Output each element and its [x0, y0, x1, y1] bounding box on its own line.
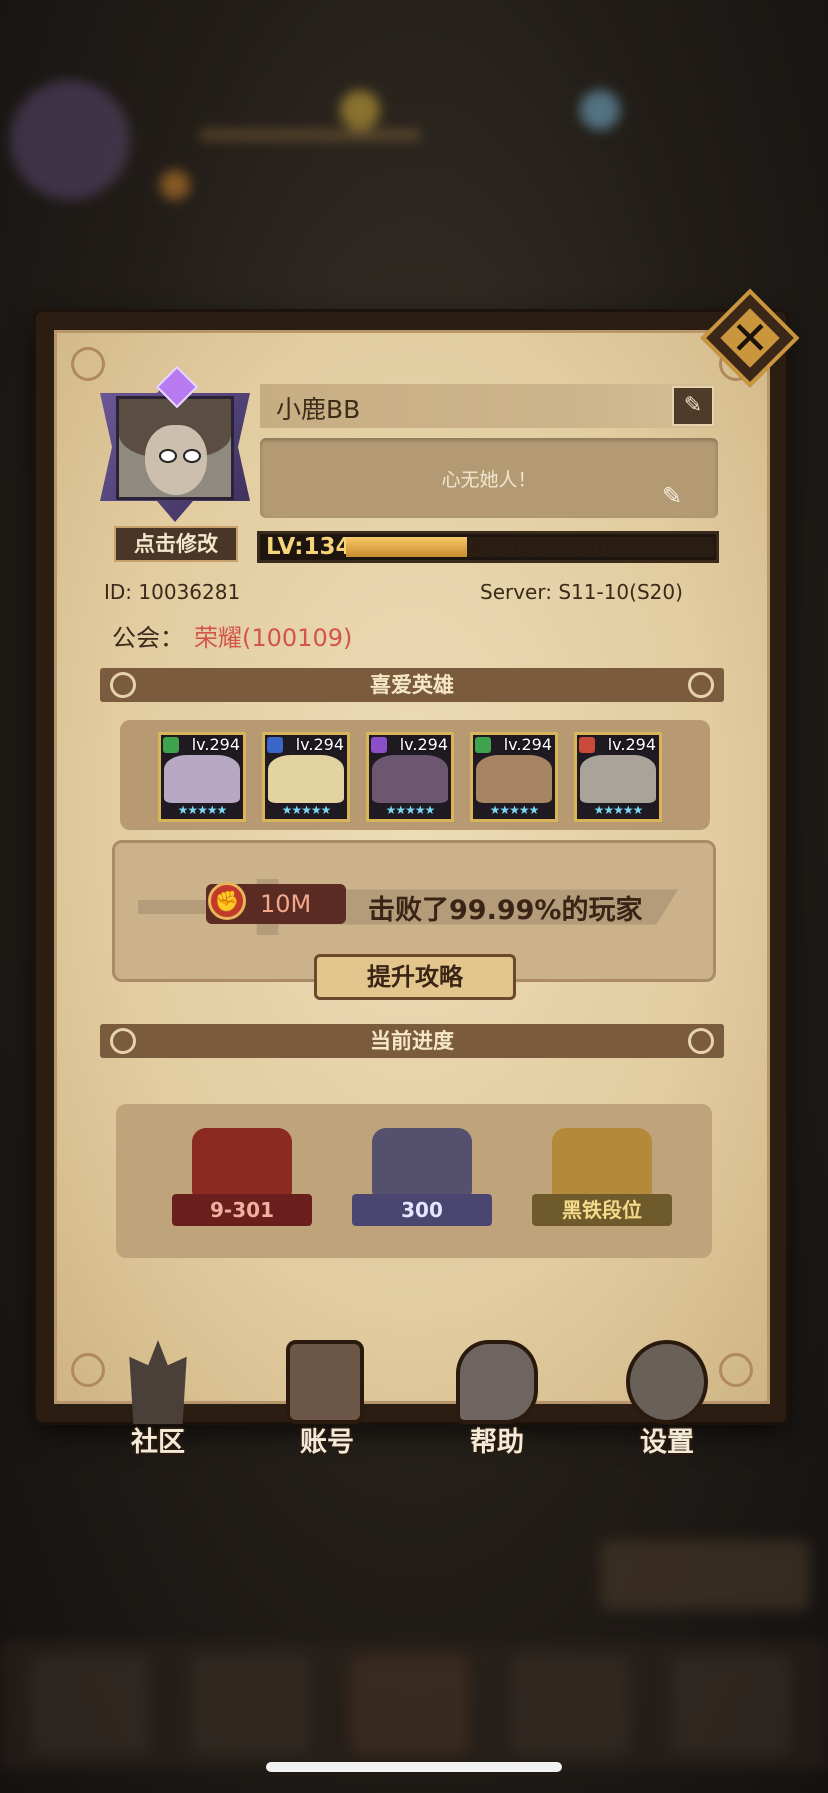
- background-top-bar: [0, 70, 828, 220]
- community-label: 社区: [131, 1427, 185, 1458]
- element-icon: [163, 737, 179, 753]
- tower-icon: [372, 1128, 472, 1204]
- server-value: S11-10(S20): [558, 580, 683, 604]
- progress-header: 当前进度: [100, 1024, 724, 1058]
- arena-rank-icon: [552, 1128, 652, 1204]
- id-label: ID:: [104, 580, 133, 604]
- level-label: LV:134: [266, 534, 352, 560]
- id-value: 10036281: [138, 580, 241, 604]
- guild-label: 公会：: [112, 624, 184, 652]
- element-icon: [267, 737, 283, 753]
- signature-box[interactable]: 心无她人！ ✎: [260, 438, 718, 518]
- chat-bubble-icon: [456, 1340, 538, 1424]
- player-id: ID: 10036281: [104, 580, 240, 604]
- progress-item[interactable]: 9-301: [162, 1128, 322, 1238]
- close-icon: ✕: [730, 311, 770, 365]
- progress-item[interactable]: 300: [342, 1128, 502, 1238]
- account-card-icon: [286, 1340, 364, 1424]
- favorite-heroes-header: 喜爱英雄: [100, 668, 724, 702]
- edit-name-button[interactable]: ✎: [672, 386, 714, 426]
- hero-portrait: [476, 755, 552, 803]
- favorite-hero-card[interactable]: lv.294 ★★★★★: [470, 732, 558, 822]
- hero-portrait: [164, 755, 240, 803]
- help-button[interactable]: 帮助: [442, 1340, 552, 1460]
- favorite-hero-card[interactable]: lv.294 ★★★★★: [574, 732, 662, 822]
- campaign-book-icon: [192, 1128, 292, 1204]
- hero-stars: ★★★★★: [593, 803, 644, 817]
- server-info: Server: S11-10(S20): [480, 580, 683, 604]
- hero-stars: ★★★★★: [385, 803, 436, 817]
- pencil-icon: ✎: [662, 482, 683, 510]
- home-indicator[interactable]: [266, 1762, 562, 1772]
- favorite-hero-card[interactable]: lv.294 ★★★★★: [366, 732, 454, 822]
- pencil-icon: ✎: [683, 393, 703, 418]
- swirl-ornament-icon: [688, 1028, 714, 1054]
- improve-guide-button[interactable]: 提升攻略: [314, 954, 516, 1000]
- progress-title: 当前进度: [370, 1029, 454, 1053]
- help-label: 帮助: [470, 1427, 524, 1458]
- level-bar: LV:134 81302/247110: [257, 531, 719, 563]
- player-name: 小鹿BB: [276, 395, 361, 424]
- hero-stars: ★★★★★: [177, 803, 228, 817]
- power-value: 10M: [260, 890, 312, 918]
- hero-stars: ★★★★★: [489, 803, 540, 817]
- hero-level: lv.294: [399, 735, 448, 754]
- settings-button[interactable]: 设置: [612, 1340, 722, 1460]
- hero-level: lv.294: [503, 735, 552, 754]
- progress-item[interactable]: 黑铁段位: [522, 1128, 682, 1238]
- exp-text: 81302/247110: [470, 536, 610, 558]
- edit-avatar-button[interactable]: 点击修改: [114, 526, 238, 562]
- swirl-ornament-icon: [688, 672, 714, 698]
- hero-portrait: [268, 755, 344, 803]
- server-label: Server:: [480, 580, 552, 604]
- castle-icon: [129, 1340, 187, 1424]
- element-icon: [579, 737, 595, 753]
- favorite-hero-card[interactable]: lv.294 ★★★★★: [262, 732, 350, 822]
- player-name-bar: 小鹿BB: [260, 384, 716, 428]
- background-bottom-nav: [0, 1500, 828, 1790]
- hero-portrait: [372, 755, 448, 803]
- hero-stars: ★★★★★: [281, 803, 332, 817]
- gear-icon: [626, 1340, 708, 1424]
- progress-label: 300: [352, 1194, 492, 1226]
- progress-label: 黑铁段位: [532, 1194, 672, 1226]
- signature-text: 心无她人！: [441, 469, 537, 491]
- progress-label: 9-301: [172, 1194, 312, 1226]
- hero-level: lv.294: [295, 735, 344, 754]
- hero-portrait: [580, 755, 656, 803]
- defeat-percentage-text: 击败了99.99%的玩家: [368, 895, 643, 926]
- hero-level: lv.294: [607, 735, 656, 754]
- favorite-heroes-title: 喜爱英雄: [370, 673, 454, 697]
- element-icon: [475, 737, 491, 753]
- account-button[interactable]: 账号: [272, 1340, 382, 1460]
- avatar[interactable]: [100, 365, 250, 522]
- fist-icon: ✊: [208, 882, 246, 920]
- element-icon: [371, 737, 387, 753]
- community-button[interactable]: 社区: [103, 1340, 213, 1460]
- guild-name[interactable]: 荣耀(100109): [194, 624, 352, 652]
- power-badge: ✊ 10M: [206, 882, 346, 924]
- hero-level: lv.294: [191, 735, 240, 754]
- guild-info: 公会： 荣耀(100109): [112, 618, 352, 653]
- favorite-hero-card[interactable]: lv.294 ★★★★★: [158, 732, 246, 822]
- settings-label: 设置: [640, 1427, 694, 1458]
- account-label: 账号: [300, 1427, 354, 1458]
